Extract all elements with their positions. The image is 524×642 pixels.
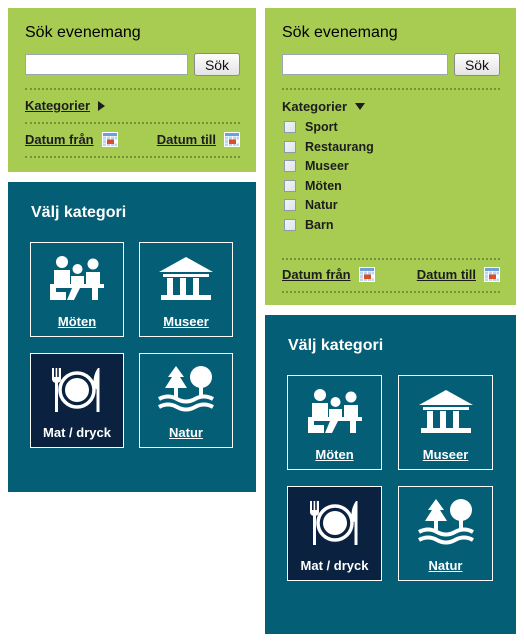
right-category-panel: Välj kategori Möten Museer Mat / dryck N…: [265, 315, 516, 634]
nature-icon: [399, 487, 492, 558]
category-checkbox-list: Sport Restaurang Museer Möten Natur Barn: [284, 121, 484, 231]
checkbox-item-moten[interactable]: Möten: [284, 178, 484, 193]
category-tile-museer[interactable]: Museer: [139, 242, 233, 337]
date-from-control[interactable]: Datum från: [282, 267, 375, 282]
checkbox-item-museer[interactable]: Museer: [284, 160, 484, 173]
category-tile-museer[interactable]: Museer: [398, 375, 493, 470]
museum-icon: [399, 376, 492, 447]
checkbox-item-restaurang[interactable]: Restaurang: [284, 139, 484, 154]
checkbox-label: Museer: [305, 159, 349, 173]
checkbox-label: Sport: [305, 120, 338, 134]
search-input[interactable]: [282, 54, 448, 75]
divider-bottom: [282, 291, 500, 293]
category-tile-label: Museer: [422, 447, 469, 462]
date-from-label: Datum från: [25, 132, 94, 147]
calendar-icon[interactable]: [101, 132, 118, 147]
category-tile-label: Mat / dryck: [300, 558, 369, 573]
category-tile-moten[interactable]: Möten: [287, 375, 382, 470]
category-tile-label: Möten: [57, 314, 97, 329]
page-title: Sök evenemang: [282, 24, 398, 41]
meeting-icon: [31, 243, 123, 314]
checkbox-item-barn[interactable]: Barn: [284, 217, 484, 232]
page-title: Sök evenemang: [25, 24, 141, 41]
categories-toggle[interactable]: Kategorier: [25, 98, 106, 113]
museum-icon: [140, 243, 232, 314]
checkbox-label: Natur: [305, 198, 338, 212]
category-panel-title: Välj kategori: [31, 204, 127, 221]
left-category-panel: Välj kategori Möten Museer Mat / dryck N…: [8, 182, 256, 492]
date-to-control[interactable]: Datum till: [157, 132, 240, 147]
checkbox-label: Barn: [305, 217, 334, 232]
category-tile-mat-dryck[interactable]: Mat / dryck: [30, 353, 124, 448]
checkbox-box[interactable]: [284, 160, 296, 173]
search-bar: Sök: [25, 53, 240, 76]
checkbox-label: Möten: [305, 178, 342, 193]
divider-top: [282, 88, 500, 90]
restaurant-icon: [288, 487, 381, 558]
checkbox-box[interactable]: [284, 179, 296, 192]
category-tile-label: Möten: [315, 447, 354, 462]
category-tile-label: Natur: [169, 425, 203, 440]
left-search-panel: Sök evenemang Sök Kategorier Datum från: [8, 8, 256, 172]
categories-label: Kategorier: [282, 99, 348, 114]
category-tile-grid: Möten Museer Mat / dryck Natur: [30, 242, 234, 448]
triangle-down-icon: [355, 103, 366, 110]
category-tile-label: Mat / dryck: [43, 425, 111, 440]
divider-middle: [25, 122, 240, 124]
checkbox-box[interactable]: [284, 121, 296, 134]
category-tile-moten[interactable]: Möten: [30, 242, 124, 337]
calendar-icon[interactable]: [358, 267, 375, 282]
screenshot-root: Sök evenemang Sök Kategorier Datum från: [0, 0, 524, 642]
calendar-icon[interactable]: [224, 132, 240, 147]
category-tile-natur[interactable]: Natur: [398, 486, 493, 581]
search-input[interactable]: [25, 54, 188, 75]
checkbox-item-natur[interactable]: Natur: [284, 199, 484, 212]
meeting-icon: [288, 376, 381, 447]
checkbox-item-sport[interactable]: Sport: [284, 121, 484, 134]
date-to-label: Datum till: [156, 132, 216, 147]
divider-top: [25, 88, 240, 90]
search-button[interactable]: Sök: [194, 53, 240, 76]
search-bar: Sök: [282, 53, 500, 76]
triangle-right-icon: [98, 100, 106, 111]
date-to-control[interactable]: Datum till: [417, 267, 500, 282]
category-tile-natur[interactable]: Natur: [139, 353, 233, 448]
category-tile-mat-dryck[interactable]: Mat / dryck: [287, 486, 382, 581]
divider-bottom: [25, 156, 240, 158]
categories-label: Kategorier: [25, 98, 91, 113]
divider-middle: [282, 258, 500, 260]
date-range-row: Datum från Datum till: [282, 267, 500, 282]
checkbox-box[interactable]: [284, 140, 296, 153]
date-from-control[interactable]: Datum från: [25, 132, 118, 147]
date-from-label: Datum från: [282, 267, 351, 282]
calendar-icon[interactable]: [484, 267, 500, 282]
category-tile-label: Natur: [428, 558, 463, 573]
search-button[interactable]: Sök: [454, 53, 500, 76]
nature-icon: [140, 354, 232, 425]
checkbox-label: Restaurang: [305, 139, 374, 154]
restaurant-icon: [31, 354, 123, 425]
date-to-label: Datum till: [416, 267, 476, 282]
category-panel-title: Välj kategori: [288, 337, 384, 354]
category-tile-grid: Möten Museer Mat / dryck Natur: [287, 375, 493, 581]
date-range-row: Datum från Datum till: [25, 132, 240, 147]
checkbox-box[interactable]: [284, 218, 296, 231]
checkbox-box[interactable]: [284, 199, 296, 212]
category-tile-label: Museer: [163, 314, 209, 329]
right-search-panel: Sök evenemang Sök Kategorier Sport Resta…: [265, 8, 516, 305]
categories-toggle[interactable]: Kategorier: [282, 99, 366, 114]
